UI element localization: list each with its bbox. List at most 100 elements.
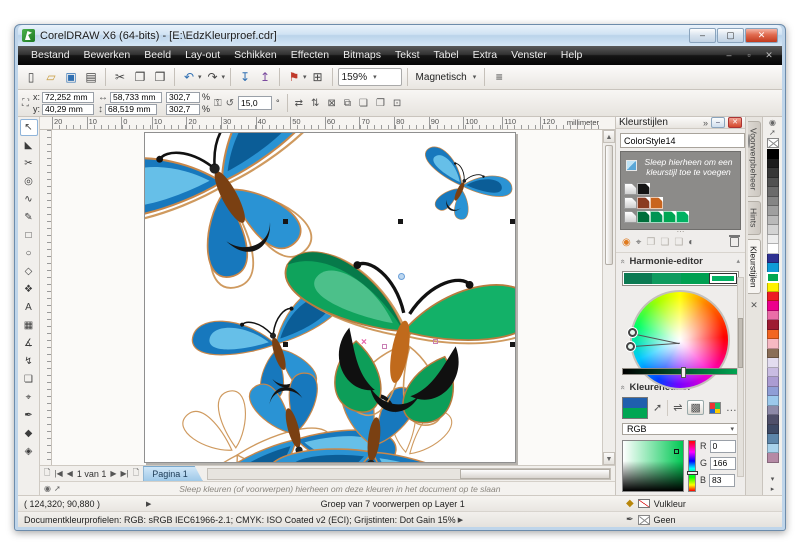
palette-color[interactable]	[767, 282, 779, 292]
color-style-swatch[interactable]	[650, 211, 663, 223]
menu-beeld[interactable]: Beeld	[137, 46, 178, 65]
palette-color[interactable]	[767, 187, 779, 197]
import-icon[interactable]: ↧	[236, 68, 254, 86]
palette-color[interactable]	[767, 453, 779, 463]
transform-option-icon-5[interactable]: ❐	[376, 98, 385, 109]
menu-extra[interactable]: Extra	[466, 46, 505, 65]
basic-shapes-tool[interactable]: ❖	[20, 281, 38, 298]
menu-bestand[interactable]: Bestand	[24, 46, 77, 65]
tab-kleurstijlen[interactable]: Kleurstijlen	[748, 239, 761, 295]
harmony-swatch[interactable]	[652, 273, 680, 284]
style-folder-icon[interactable]	[624, 197, 637, 209]
cut-icon[interactable]: ✂	[111, 68, 129, 86]
scale-h-field[interactable]	[166, 92, 200, 103]
selection-handle[interactable]	[510, 219, 515, 224]
expand-arrow-icon[interactable]: ▶	[146, 500, 151, 508]
palette-color[interactable]	[767, 292, 779, 302]
selection-handle[interactable]	[283, 219, 288, 224]
section-collapse-icon[interactable]: ▴	[736, 257, 740, 265]
minimize-button[interactable]: ‒	[689, 28, 716, 43]
color-style-swatch[interactable]	[637, 183, 650, 195]
tab-hints[interactable]: Hints	[748, 201, 761, 234]
gradient-style-icon[interactable]: ◐	[688, 237, 694, 248]
palette-color[interactable]	[767, 273, 779, 283]
transform-option-icon-4[interactable]: ❏	[359, 98, 368, 109]
add-page-before-icon[interactable]: 🗋	[44, 467, 50, 481]
docker-minimize-button[interactable]: ‒	[711, 117, 725, 128]
menu-bewerken[interactable]: Bewerken	[77, 46, 138, 65]
polygon-tool[interactable]: ◇	[20, 263, 38, 280]
welcome-screen-icon[interactable]: ⚑	[285, 68, 303, 86]
palette-color[interactable]	[767, 349, 779, 359]
palette-color[interactable]	[767, 254, 779, 264]
palette-color[interactable]	[767, 149, 779, 159]
crop-tool[interactable]: ✂	[20, 155, 38, 172]
saturation-handle[interactable]	[674, 449, 679, 454]
palette-scroll-down-icon[interactable]: ▾	[771, 475, 775, 483]
style-folder-icon[interactable]	[624, 183, 637, 195]
palette-eyedropper-icon[interactable]: ➚	[54, 484, 61, 493]
red-value-field[interactable]	[710, 440, 736, 453]
text-tool[interactable]: A	[20, 299, 38, 316]
docker-scrollbar[interactable]	[737, 277, 744, 477]
delete-style-icon[interactable]	[730, 237, 739, 247]
first-page-icon[interactable]: |◀	[54, 469, 62, 478]
unlink-styles-icon[interactable]: ❏	[660, 237, 669, 248]
green-value-field[interactable]	[710, 457, 736, 470]
vertical-scroll-thumb[interactable]	[605, 145, 613, 265]
palette-color[interactable]	[767, 339, 779, 349]
menu-venster[interactable]: Venster	[504, 46, 554, 65]
welcome-screen-icon-dropdown[interactable]: ▾	[303, 73, 307, 81]
brightness-slider[interactable]	[622, 368, 739, 375]
palette-color[interactable]	[767, 168, 779, 178]
docker-close-button[interactable]: ✕	[728, 117, 742, 128]
palette-color[interactable]	[767, 425, 779, 435]
new-color-style-icon[interactable]: ◉	[622, 237, 631, 248]
effects-tool[interactable]: ❏	[20, 371, 38, 388]
application-launcher-icon[interactable]: ⊞	[309, 68, 327, 86]
next-page-icon[interactable]: ▶	[110, 469, 116, 478]
docker-expand-icon[interactable]: »	[703, 118, 708, 128]
object-width-field[interactable]	[110, 92, 162, 103]
undo-icon-dropdown[interactable]: ▾	[198, 73, 202, 81]
transform-option-icon-1[interactable]: ⇅	[311, 98, 319, 109]
palette-options-icon[interactable]: ◉	[44, 484, 51, 493]
eyedropper-icon[interactable]: ➚	[653, 401, 662, 414]
selection-center-marker[interactable]: ×	[361, 337, 367, 348]
pick-tool[interactable]: ↖	[20, 119, 38, 136]
harmony-swatch[interactable]	[709, 273, 737, 284]
style-name-input[interactable]	[620, 133, 745, 148]
more-options-icon[interactable]: …	[726, 402, 737, 414]
color-eyedropper-tool[interactable]: ⌖	[20, 389, 38, 406]
selection-handle[interactable]	[510, 342, 515, 347]
selection-handle[interactable]	[398, 219, 403, 224]
artistic-media-tool[interactable]: ✎	[20, 209, 38, 226]
palette-picker-icon[interactable]: ➚	[769, 128, 776, 137]
table-tool[interactable]: ▦	[20, 317, 38, 334]
scale-v-field[interactable]	[166, 104, 200, 115]
menu-tabel[interactable]: Tabel	[427, 46, 466, 65]
hue-slider[interactable]	[688, 440, 696, 492]
snap-to-combo[interactable]: Magnetisch ▾	[413, 68, 480, 86]
harmony-swatch[interactable]	[624, 273, 652, 284]
transform-option-icon-3[interactable]: ⧉	[344, 98, 351, 109]
color-style-swatch[interactable]	[637, 197, 650, 209]
palette-color[interactable]	[767, 320, 779, 330]
no-color-swatch[interactable]	[767, 138, 779, 148]
drawing-canvas[interactable]: ×	[52, 130, 602, 465]
palette-color[interactable]	[767, 330, 779, 340]
palette-color[interactable]	[767, 444, 779, 454]
palette-color[interactable]	[767, 206, 779, 216]
menu-schikken[interactable]: Schikken	[227, 46, 284, 65]
close-docker-icon[interactable]: ✕	[750, 300, 758, 311]
color-viewers-icon[interactable]: ▩	[687, 400, 703, 415]
new-document-icon[interactable]: ▯	[22, 68, 40, 86]
palette-color[interactable]	[767, 415, 779, 425]
maximize-button[interactable]: ▢	[717, 28, 744, 43]
last-page-icon[interactable]: ▶|	[121, 469, 129, 478]
outline-pen-tool[interactable]: ✒	[20, 407, 38, 424]
freehand-tool[interactable]: ∿	[20, 191, 38, 208]
object-height-field[interactable]	[105, 104, 157, 115]
menu-bitmaps[interactable]: Bitmaps	[336, 46, 388, 65]
color-model-select[interactable]: RGB ▾	[622, 423, 739, 435]
